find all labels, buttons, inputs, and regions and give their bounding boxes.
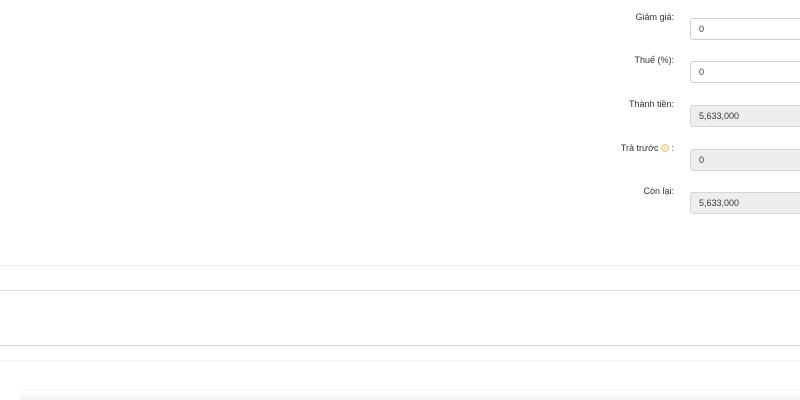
discount-row: Giảm giá:: [0, 12, 800, 42]
section-divider: [0, 290, 800, 291]
order-summary-page: Giảm giá: Thuế (%): Thành tiền: Trả trướ…: [0, 0, 800, 400]
tax-row: Thuế (%):: [0, 55, 800, 85]
info-circle-icon[interactable]: [661, 144, 670, 152]
tax-label: Thuế (%):: [634, 55, 674, 65]
discount-label: Giảm giá:: [635, 12, 674, 22]
tax-input[interactable]: [690, 61, 800, 83]
remaining-row: Còn lại:: [0, 186, 800, 216]
total-input: [690, 105, 800, 127]
section-divider: [0, 345, 800, 346]
prepaid-label: Trả trước :: [620, 143, 674, 153]
footer-panel-edge: [20, 390, 800, 400]
section-divider: [0, 265, 800, 266]
section-divider: [0, 360, 800, 361]
discount-input[interactable]: [690, 18, 800, 40]
prepaid-row: Trả trước :: [0, 143, 800, 173]
remaining-input: [690, 192, 800, 214]
total-row: Thành tiền:: [0, 99, 800, 129]
remaining-label: Còn lại:: [643, 186, 674, 196]
total-label: Thành tiền:: [628, 99, 674, 109]
prepaid-input: [690, 149, 800, 171]
